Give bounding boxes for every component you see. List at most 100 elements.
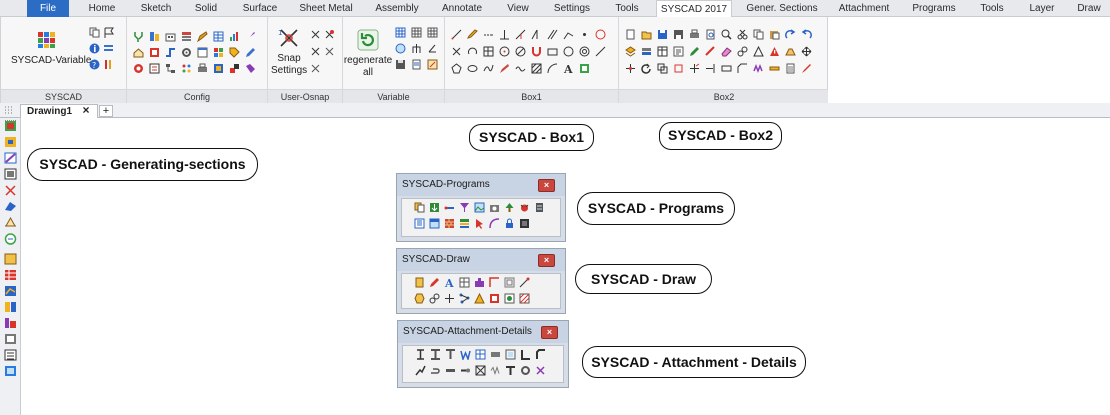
rotate-arc-icon[interactable]	[467, 46, 478, 57]
prog-block-icon[interactable]	[519, 218, 530, 229]
lamp-icon[interactable]	[785, 46, 796, 57]
gen-sections-tool-12-icon[interactable]	[5, 302, 16, 312]
draw-blank-icon[interactable]	[534, 277, 545, 288]
syscad-variable-label[interactable]: SYSCAD-Variable	[11, 55, 91, 66]
floating-toolbar-attachment-details[interactable]: SYSCAD-Attachment-Details ×	[397, 320, 569, 388]
regenerate-all-icon[interactable]	[357, 29, 379, 51]
config-window-icon[interactable]	[197, 47, 208, 58]
tab-file[interactable]: File	[27, 0, 69, 17]
concentric-circle-icon[interactable]	[579, 46, 590, 57]
floating-toolbar-programs[interactable]: SYSCAD-Programs ×	[396, 173, 566, 242]
diagonal-line-icon[interactable]	[595, 46, 606, 57]
snap-settings-icon[interactable]: 1	[278, 27, 300, 49]
config-print-icon[interactable]	[197, 63, 208, 74]
prog-align-icon[interactable]	[414, 218, 425, 229]
att-clip-icon[interactable]	[430, 365, 441, 376]
draw-pencil-icon[interactable]	[429, 277, 440, 288]
tab-layer[interactable]: Layer	[1020, 0, 1064, 17]
draw-nodes-icon[interactable]	[459, 293, 470, 304]
att-crossed-icon[interactable]	[535, 365, 546, 376]
rectangle-icon[interactable]	[547, 46, 558, 57]
text-a-icon[interactable]: A	[563, 63, 574, 74]
config-target-icon[interactable]	[133, 63, 144, 74]
gen-sections-tool-16-icon[interactable]	[5, 366, 16, 376]
tab-attachment[interactable]: Attachment	[832, 0, 896, 17]
center-circle-icon[interactable]	[499, 46, 510, 57]
perpendicular-icon[interactable]	[499, 29, 510, 40]
tab-sketch[interactable]: Sketch	[134, 0, 178, 17]
tangent-line-icon[interactable]	[515, 29, 526, 40]
circle-2-icon[interactable]	[563, 46, 574, 57]
config-pipe-icon[interactable]	[165, 47, 176, 58]
osnap-cross-red-icon[interactable]	[324, 29, 335, 40]
prog-stack-icon[interactable]	[459, 218, 470, 229]
zoom-icon[interactable]	[721, 29, 732, 40]
prog-copy-icon[interactable]	[414, 202, 425, 213]
draw-red-box-icon[interactable]	[489, 293, 500, 304]
gen-sections-tool-15-icon[interactable]	[4, 349, 17, 361]
rotate-icon[interactable]	[641, 63, 652, 74]
trim-icon[interactable]	[689, 63, 700, 74]
draw-diag-icon[interactable]	[519, 277, 530, 288]
hatch-icon[interactable]	[531, 63, 542, 74]
prog-image-icon[interactable]	[474, 202, 485, 213]
att-weld-icon[interactable]	[415, 365, 426, 376]
gen-sections-tool-14-icon[interactable]	[5, 334, 16, 344]
att-i-beam-icon[interactable]	[430, 349, 441, 360]
dash-line-icon[interactable]	[483, 29, 494, 40]
prog-cursor-icon[interactable]	[474, 218, 485, 229]
pencil-line-icon[interactable]	[467, 29, 478, 40]
triangle-icon[interactable]	[753, 46, 764, 57]
snap-settings-label[interactable]: Snap Settings	[271, 53, 307, 77]
att-pin-icon[interactable]	[460, 365, 471, 376]
syscad-variable-icon[interactable]	[37, 31, 57, 49]
print-preview-icon[interactable]	[705, 29, 716, 40]
draw-text-icon[interactable]: A	[444, 277, 455, 288]
tab-tools[interactable]: Tools	[606, 0, 648, 17]
config-gear-icon[interactable]	[181, 47, 192, 58]
list-icon[interactable]	[103, 43, 114, 54]
config-stack-icon[interactable]	[181, 31, 192, 42]
info-icon[interactable]	[89, 43, 100, 54]
tab-solid[interactable]: Solid	[184, 0, 228, 17]
prog-bug-icon[interactable]	[519, 202, 530, 213]
tab-gener-sections[interactable]: Gener. Sections	[740, 0, 824, 17]
att-bolt-icon[interactable]	[445, 365, 456, 376]
att-frame-icon[interactable]	[505, 349, 516, 360]
angle-line-icon[interactable]	[531, 29, 542, 40]
tab-draw[interactable]: Draw	[1068, 0, 1110, 17]
ruler-icon[interactable]	[769, 63, 780, 74]
config-table-icon[interactable]	[213, 31, 224, 42]
att-corner-icon[interactable]	[535, 349, 546, 360]
print-icon[interactable]	[689, 29, 700, 40]
ellipse-icon[interactable]	[467, 63, 478, 74]
config-edit-icon[interactable]	[197, 31, 208, 42]
gen-sections-tool-10-icon[interactable]	[5, 270, 16, 280]
break-icon[interactable]	[721, 63, 732, 74]
wave-icon[interactable]	[515, 63, 526, 74]
green-insert-icon[interactable]	[579, 63, 590, 74]
polygon-icon[interactable]	[451, 63, 462, 74]
var-angle-icon[interactable]	[427, 43, 438, 54]
help-icon[interactable]: ?	[89, 59, 100, 70]
att-blank-icon[interactable]	[550, 349, 561, 360]
att-bracket-icon[interactable]	[415, 349, 426, 360]
att-l-icon[interactable]	[520, 349, 531, 360]
point-icon[interactable]	[579, 29, 590, 40]
config-bars-icon[interactable]	[149, 31, 160, 42]
config-grid-icon[interactable]	[213, 47, 224, 58]
config-fork-icon[interactable]	[133, 31, 144, 42]
prog-link-icon[interactable]	[444, 202, 455, 213]
magnet-icon[interactable]	[531, 46, 542, 57]
gen-sections-tool-1-icon[interactable]	[5, 121, 16, 131]
grip-icon[interactable]	[3, 105, 15, 116]
att-box-cross-icon[interactable]	[475, 365, 486, 376]
brush-2-icon[interactable]	[801, 63, 812, 74]
line-icon[interactable]	[451, 29, 462, 40]
draw-frame-icon[interactable]	[504, 277, 515, 288]
config-book-icon[interactable]	[213, 63, 224, 74]
att-w-icon[interactable]	[460, 349, 471, 360]
config-blocks-icon[interactable]	[229, 63, 240, 74]
var-grid-2-icon[interactable]	[411, 27, 422, 38]
prog-filter-icon[interactable]	[459, 202, 470, 213]
